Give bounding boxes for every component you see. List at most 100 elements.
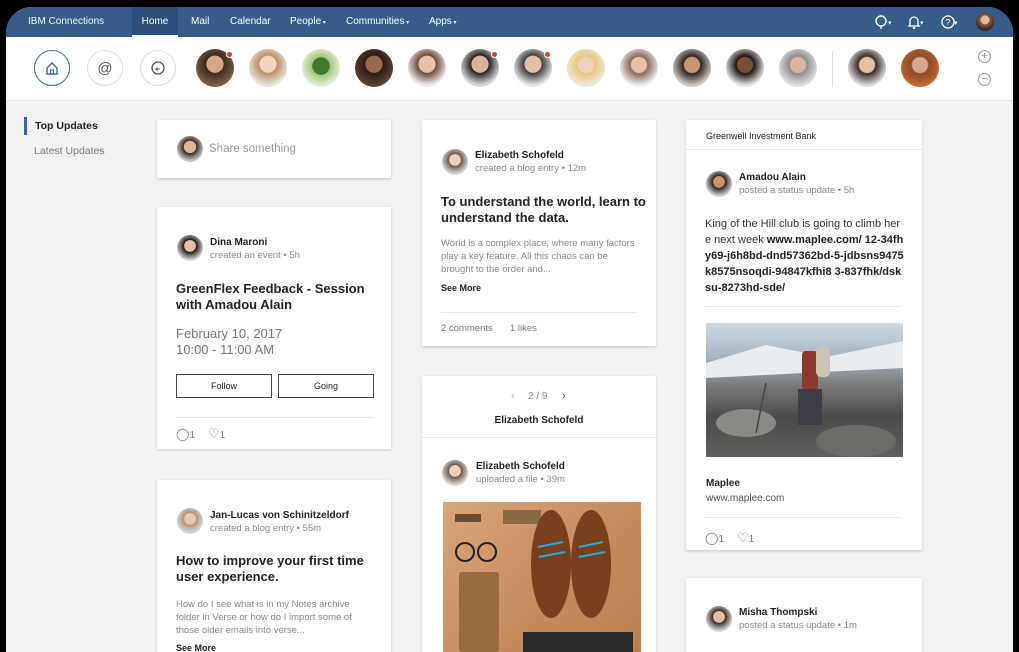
help-icon[interactable]: ? ▾ [940, 14, 958, 30]
shoes-photo-icon [455, 510, 633, 652]
author-name[interactable]: Jan-Lucas von Schinitzeldorf [210, 510, 349, 521]
comment-icon: ◯ [705, 531, 719, 545]
zoom-out-icon[interactable]: − [978, 73, 991, 86]
search-icon[interactable]: ▾ [874, 14, 892, 30]
file-card: ‹ 2 / 9 › Elizabeth Schofeld Elizabeth S… [422, 376, 656, 652]
nav-communities[interactable]: Communities ▾ [346, 16, 409, 27]
prev-icon[interactable]: ‹ [511, 390, 515, 402]
share-input[interactable]: Share something [209, 143, 296, 155]
comment-count[interactable]: ◯1 [176, 427, 195, 441]
link-title[interactable]: Maplee [706, 478, 740, 489]
divider [705, 517, 902, 518]
nav-mail[interactable]: Mail [191, 16, 209, 27]
author-name[interactable]: Amadou Alain [739, 172, 806, 183]
post-meta: posted a status update • 5h [739, 185, 855, 196]
top-navigation: IBM Connections Home Mail Calendar Peopl… [6, 7, 1013, 37]
hiker-photo-icon [706, 341, 903, 457]
comments-link[interactable]: 2 comments [441, 323, 493, 334]
zoom-in-icon[interactable]: + [978, 50, 991, 63]
like-count[interactable]: ♡1 [737, 530, 754, 546]
nav-people-label: People [290, 16, 322, 27]
avatar[interactable] [442, 460, 468, 486]
person-avatar[interactable] [249, 49, 287, 87]
post-title[interactable]: To understand the world, learn to unders… [441, 194, 646, 226]
post-title[interactable]: How to improve your first time user expe… [176, 553, 381, 585]
person-avatar[interactable] [355, 49, 393, 87]
avatar[interactable] [706, 171, 732, 197]
avatar [177, 136, 203, 162]
likes-link[interactable]: 1 likes [510, 323, 537, 334]
see-more-link[interactable]: See More [176, 643, 216, 652]
going-button[interactable]: Going [278, 374, 374, 398]
sidebar-item-top-updates[interactable]: Top Updates [24, 117, 105, 135]
person-avatar[interactable] [567, 49, 605, 87]
nav-apps[interactable]: Apps ▾ [429, 16, 456, 27]
comment-icon: ◯ [176, 427, 190, 441]
nav-home[interactable]: Home [132, 7, 178, 37]
author-name[interactable]: Dina Maroni [210, 237, 267, 248]
author-name[interactable]: Elizabeth Schofeld [476, 461, 565, 472]
person-avatar[interactable] [848, 49, 886, 87]
card-header: Greenwell Investment Bank [706, 131, 817, 141]
divider [441, 312, 637, 313]
nav-apps-label: Apps [429, 16, 452, 27]
nav-calendar[interactable]: Calendar [230, 16, 271, 27]
avatar[interactable] [706, 606, 732, 632]
app-window: IBM Connections Home Mail Calendar Peopl… [6, 7, 1013, 652]
blog-card: Elizabeth Schofeld created a blog entry … [422, 120, 656, 346]
person-avatar[interactable] [408, 49, 446, 87]
person-avatar[interactable] [901, 49, 939, 87]
notification-dot [491, 51, 498, 58]
like-count-value: 1 [219, 430, 226, 441]
follow-button[interactable]: Follow [176, 374, 272, 398]
person-avatar[interactable] [779, 49, 817, 87]
brand-name[interactable]: IBM Connections [28, 16, 104, 27]
pager: 2 / 9 [528, 391, 548, 402]
person-avatar[interactable] [620, 49, 658, 87]
heart-icon: ♡ [737, 530, 749, 545]
status-text: King of the Hill club is going to climb … [705, 216, 905, 296]
home-button[interactable] [34, 50, 70, 86]
avatar[interactable] [177, 508, 203, 534]
comment-count[interactable]: ◯1 [705, 531, 724, 545]
event-date: February 10, 2017 [176, 326, 283, 341]
share-box[interactable]: Share something [157, 120, 391, 178]
card-header: Elizabeth Schofeld [494, 415, 584, 426]
next-icon[interactable]: › [562, 390, 566, 402]
nav-communities-label: Communities [346, 16, 405, 27]
post-meta: created a blog entry • 55m [210, 523, 322, 534]
community-avatar[interactable] [302, 49, 340, 87]
person-avatar[interactable] [726, 49, 764, 87]
home-icon [46, 62, 58, 75]
person-avatar[interactable] [673, 49, 711, 87]
author-name[interactable]: Elizabeth Schofeld [475, 150, 564, 161]
avatar[interactable] [177, 235, 203, 261]
comment-count-value: 1 [718, 534, 724, 545]
post-meta: uploaded a file • 39m [476, 474, 565, 485]
nav-people[interactable]: People ▾ [290, 16, 326, 27]
link-url[interactable]: www.maplee.com [706, 493, 784, 504]
user-avatar[interactable] [976, 13, 994, 31]
post-meta: created a blog entry • 12m [475, 163, 587, 174]
author-name[interactable]: Misha Thompski [739, 607, 817, 618]
sidebar-item-latest-updates[interactable]: Latest Updates [24, 142, 105, 160]
status-card: Misha Thompski posted a status update • … [686, 578, 922, 652]
status-card: Greenwell Investment Bank Amadou Alain p… [686, 120, 922, 550]
stream-filter: Top Updates Latest Updates [24, 117, 105, 167]
chevron-down-icon: ▾ [404, 20, 410, 26]
reply-icon [151, 61, 165, 75]
see-more-link[interactable]: See More [441, 283, 481, 293]
file-image[interactable] [443, 502, 641, 652]
nav-home-label: Home [141, 16, 169, 27]
like-count-value: 1 [748, 534, 755, 545]
avatar[interactable] [442, 149, 468, 175]
link-preview-image[interactable] [706, 323, 903, 457]
bell-icon[interactable]: ▾ [906, 14, 924, 30]
post-title[interactable]: GreenFlex Feedback - Session with Amadou… [176, 281, 376, 313]
like-count[interactable]: ♡1 [208, 426, 225, 442]
event-time: 10:00 - 11:00 AM [176, 342, 275, 357]
mentions-button[interactable]: @ [87, 50, 123, 86]
svg-text:?: ? [945, 18, 950, 28]
replies-button[interactable] [140, 50, 176, 86]
at-icon: @ [97, 59, 113, 77]
